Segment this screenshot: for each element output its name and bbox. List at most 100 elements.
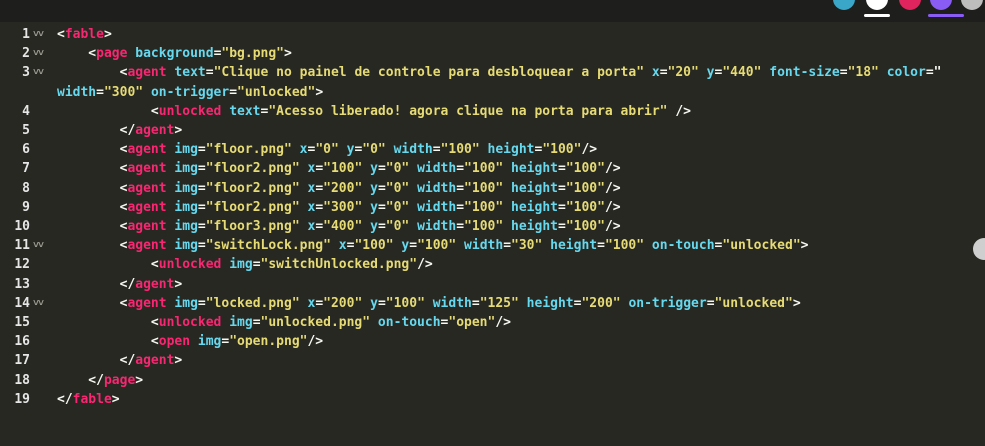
code-token: "100" [565, 199, 605, 215]
code-token: = [205, 65, 214, 81]
code-token: = [315, 295, 324, 311]
toolbar-button-dark-icon[interactable] [866, 0, 888, 10]
code-token: = [197, 161, 206, 177]
code-editor[interactable]: 1 ˅˅ <fable> 2 ˅˅ <page background="bg.png">… [0, 22, 985, 446]
active-underline-purple [928, 14, 964, 17]
line-number: 2 [22, 46, 30, 62]
code-line[interactable]: 19 </fable> [0, 390, 985, 409]
code-token: > [792, 295, 801, 311]
code-line[interactable]: 3 ˅˅ <agent text="Clique no painel de con… [0, 63, 985, 82]
code-token: = [456, 161, 465, 177]
toolbar-button-cyan-icon[interactable] [833, 0, 855, 10]
code-token: img [174, 238, 198, 254]
code-token: = [456, 219, 465, 234]
code-token: = [456, 199, 465, 215]
code-line[interactable]: 15 <unlocked img="unlocked.png" on-touch… [0, 313, 985, 332]
code-token: height [487, 142, 535, 158]
code-line[interactable]: 16 <open img="open.png"/> [0, 332, 985, 351]
code-token: < [57, 315, 159, 330]
code-token: unlocked [158, 257, 222, 273]
code-line[interactable]: 10 <agent img="floor3.png" x="400" y="0"… [0, 217, 985, 236]
toolbar-button-pink-icon[interactable] [899, 0, 921, 10]
line-number: 3 [22, 65, 30, 81]
toolbar-button-gray-icon[interactable] [961, 0, 983, 10]
code-token: = [597, 238, 605, 254]
code-token: "Clique no painel de controle para desbl… [213, 65, 645, 81]
line-number: 9 [22, 199, 30, 215]
code-token: img [174, 199, 198, 215]
code-text: width="300" on-trigger="unlocked"> [57, 83, 323, 102]
line-number: 16 [14, 334, 30, 350]
toolbar-button-purple-icon[interactable] [930, 0, 952, 10]
code-line[interactable]: 5 </agent> [0, 121, 985, 140]
code-token: y [370, 161, 378, 177]
code-token: = [659, 65, 668, 81]
code-line[interactable]: 8 <agent img="floor2.png" x="200" y="0" … [0, 179, 985, 198]
code-line[interactable]: 18 </page> [0, 371, 985, 390]
code-token: "100" [565, 161, 605, 177]
code-token: width [393, 142, 433, 158]
code-token: < [57, 238, 128, 254]
code-token: = [706, 295, 715, 311]
code-token: open [158, 334, 191, 350]
code-line[interactable]: 9 <agent img="floor2.png" x="300" y="0" … [0, 198, 985, 217]
code-token: </ [57, 353, 136, 369]
code-token: img [174, 180, 198, 196]
code-line[interactable]: 17 </agent> [0, 351, 985, 370]
code-token: "open.png" [229, 334, 308, 350]
code-token: "Acesso liberado! agora clique na porta … [268, 103, 668, 119]
code-line[interactable]: 7 <agent img="floor2.png" x="100" y="0" … [0, 159, 985, 178]
line-number: 13 [14, 276, 30, 292]
code-token: < [57, 46, 97, 62]
code-token: agent [127, 295, 167, 311]
code-line[interactable]: 11 ˅˅ <agent img="switchLock.png" x="100"… [0, 236, 985, 255]
code-text: </agent> [57, 275, 183, 294]
code-line[interactable]: 2 ˅˅ <page background="bg.png"> [0, 44, 985, 63]
line-number: 14 [14, 295, 30, 311]
code-token: = [377, 219, 386, 234]
code-token: = [96, 84, 104, 100]
code-line[interactable]: 12 <unlocked img="switchUnlocked.png"/> [0, 255, 985, 274]
code-line[interactable]: 13 </agent> [0, 275, 985, 294]
fold-chevron-icon[interactable]: ˅˅ [33, 236, 55, 255]
code-text: <agent img="floor3.png" x="400" y="0" wi… [57, 217, 621, 236]
fold-chevron-icon[interactable]: ˅˅ [33, 44, 55, 63]
code-text: <open img="open.png"/> [57, 332, 323, 351]
code-token: < [57, 142, 128, 158]
fold-chevron-icon[interactable]: ˅˅ [33, 63, 55, 82]
code-token: = [377, 295, 386, 311]
fold-chevron-icon[interactable]: ˅˅ [33, 25, 55, 44]
code-line[interactable]: 1 ˅˅ <fable> [0, 25, 985, 44]
code-token: </ [57, 372, 104, 388]
code-token: text [174, 65, 206, 81]
code-line[interactable]: 4 <unlocked text="Acesso liberado! agora… [0, 102, 985, 121]
line-number: 12 [14, 257, 30, 273]
code-token: /> [604, 180, 621, 196]
code-token: = [197, 180, 206, 196]
code-token: /> [417, 257, 433, 273]
code-token: = [557, 161, 566, 177]
code-token: "100" [323, 161, 363, 177]
fold-chevron-icon[interactable]: ˅˅ [33, 294, 55, 313]
code-token: = [377, 180, 386, 196]
code-token: = [197, 199, 206, 215]
code-token: on-trigger [150, 84, 230, 100]
code-token: agent [127, 199, 167, 215]
line-number: 15 [14, 315, 30, 330]
code-line[interactable]: 14 ˅˅ <agent img="locked.png" x="200" y="… [0, 294, 985, 313]
code-token: = [315, 199, 324, 215]
code-token: "100" [604, 238, 645, 254]
code-token: > [135, 372, 144, 388]
code-token: "0" [385, 219, 410, 234]
code-line[interactable]: 6 <agent img="floor.png" x="0" y="0" wid… [0, 140, 985, 159]
code-token: agent [135, 276, 175, 292]
code-line[interactable]: width="300" on-trigger="unlocked"> [0, 83, 985, 102]
code-token: width [432, 295, 472, 311]
code-token: </ [57, 391, 73, 407]
code-token: agent [135, 123, 175, 138]
code-text: <agent img="floor.png" x="0" y="0" width… [57, 140, 598, 159]
